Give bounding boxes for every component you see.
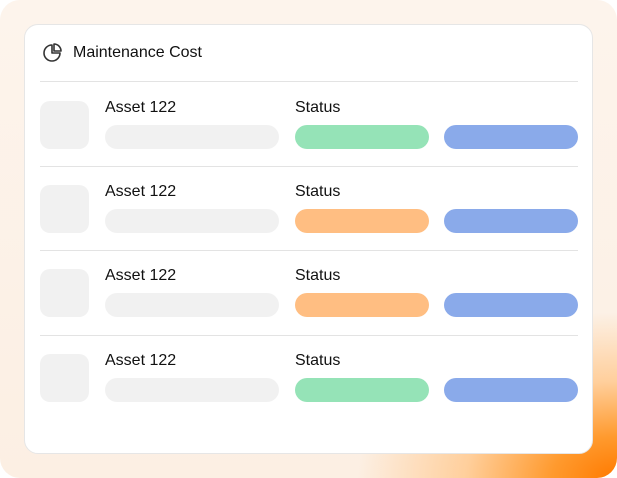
list-item[interactable]: Asset 122 Status <box>40 352 578 406</box>
asset-thumbnail <box>40 185 89 233</box>
action-button[interactable] <box>444 293 578 317</box>
asset-detail-placeholder <box>105 378 279 402</box>
status-label: Status <box>295 352 341 369</box>
status-badge <box>295 293 429 317</box>
asset-detail-placeholder <box>105 293 279 317</box>
list-item[interactable]: Asset 122 Status <box>40 99 578 153</box>
action-button[interactable] <box>444 125 578 149</box>
asset-name: Asset 122 <box>105 183 177 200</box>
action-button[interactable] <box>444 209 578 233</box>
asset-name: Asset 122 <box>105 267 177 284</box>
status-label: Status <box>295 267 341 284</box>
maintenance-cost-card: Maintenance Cost Asset 122 Status Asset … <box>24 24 593 454</box>
asset-thumbnail <box>40 269 89 317</box>
status-badge <box>295 209 429 233</box>
asset-thumbnail <box>40 101 89 149</box>
row-divider <box>40 166 578 167</box>
list-item[interactable]: Asset 122 Status <box>40 267 578 321</box>
card-header: Maintenance Cost <box>41 41 202 65</box>
asset-name: Asset 122 <box>105 99 177 116</box>
pie-chart-icon <box>41 42 63 64</box>
status-label: Status <box>295 99 341 116</box>
header-divider <box>40 81 578 82</box>
status-badge <box>295 125 429 149</box>
asset-detail-placeholder <box>105 125 279 149</box>
row-divider <box>40 335 578 336</box>
action-button[interactable] <box>444 378 578 402</box>
asset-name: Asset 122 <box>105 352 177 369</box>
status-label: Status <box>295 183 341 200</box>
list-item[interactable]: Asset 122 Status <box>40 183 578 237</box>
asset-detail-placeholder <box>105 209 279 233</box>
asset-thumbnail <box>40 354 89 402</box>
card-title: Maintenance Cost <box>73 44 202 61</box>
row-divider <box>40 250 578 251</box>
status-badge <box>295 378 429 402</box>
